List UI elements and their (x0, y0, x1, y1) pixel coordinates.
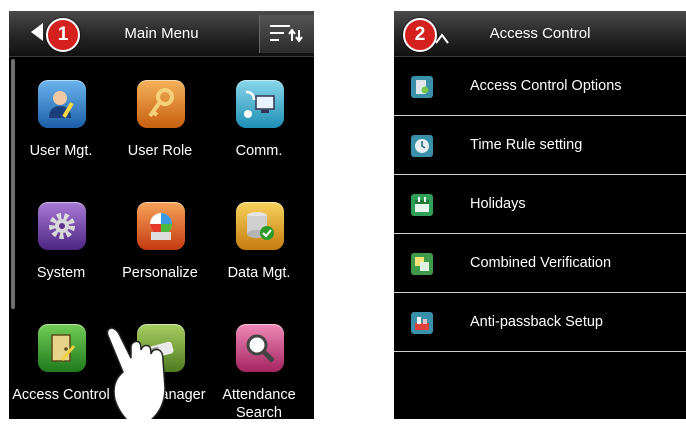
access-control-header: 2 Access Control (394, 11, 686, 57)
menu-item-data-mgt[interactable]: Data Mgt. (212, 188, 306, 300)
database-icon (236, 202, 284, 250)
gear-icon (38, 202, 86, 250)
key-icon (137, 80, 185, 128)
menu-item-label: Anti-passback Setup (470, 314, 603, 330)
menu-item-attendance-search[interactable]: Attendance Search (212, 310, 306, 419)
menu-item-user-mgt[interactable]: User Mgt. (14, 66, 108, 178)
menu-item-user-role[interactable]: User Role (113, 66, 207, 178)
menu-item-personalize[interactable]: Personalize (113, 188, 207, 300)
menu-item-label: Time Rule setting (470, 137, 583, 153)
menu-item-label: Access Control (12, 387, 110, 403)
main-menu-header: 1 Main Menu (9, 11, 314, 57)
main-menu-screen: 1 Main Menu User Mgt. User Role Comm. Sy… (9, 11, 314, 419)
anti-passback-icon (411, 312, 433, 334)
user-mgt-icon (38, 80, 86, 128)
clock-icon (411, 135, 433, 157)
menu-item-label: Personalize (122, 265, 198, 281)
page-title: Access Control (489, 25, 591, 42)
palette-icon (137, 202, 185, 250)
menu-item-comm[interactable]: Comm. (212, 66, 306, 178)
menu-item-anti-passback-setup[interactable]: Anti-passback Setup (394, 293, 686, 352)
menu-item-holidays[interactable]: Holidays (394, 175, 686, 234)
menu-item-label: Combined Verification (470, 255, 612, 271)
sort-icon (270, 25, 303, 43)
menu-item-label: System (36, 265, 86, 281)
network-icon (236, 80, 284, 128)
menu-item-access-control[interactable]: Access Control (12, 310, 110, 419)
menu-item-label: Data Mgt. (227, 265, 291, 281)
menu-item-label: Attendance Search (222, 387, 296, 419)
combined-icon (411, 253, 433, 275)
menu-item-label: User Mgt. (29, 143, 93, 159)
menu-item-label: User Role (127, 143, 193, 159)
menu-item-access-control-options[interactable]: Access Control Options (394, 57, 686, 116)
menu-item-combined-verification[interactable]: Combined Verification (394, 234, 686, 293)
menu-item-label: Comm. (235, 143, 283, 159)
menu-item-label: Holidays (470, 196, 526, 212)
menu-item-time-rule-setting[interactable]: Time Rule setting (394, 116, 686, 175)
search-icon (236, 324, 284, 372)
door-icon (38, 324, 86, 372)
menu-item-system[interactable]: System (14, 188, 108, 300)
pointing-hand-icon (106, 327, 166, 419)
access-control-screen: 2 Access Control Access Control Options … (394, 11, 686, 419)
options-icon (411, 76, 433, 98)
calendar-icon (411, 194, 433, 216)
menu-item-label: Access Control Options (470, 78, 622, 94)
sort-button[interactable] (259, 15, 314, 53)
